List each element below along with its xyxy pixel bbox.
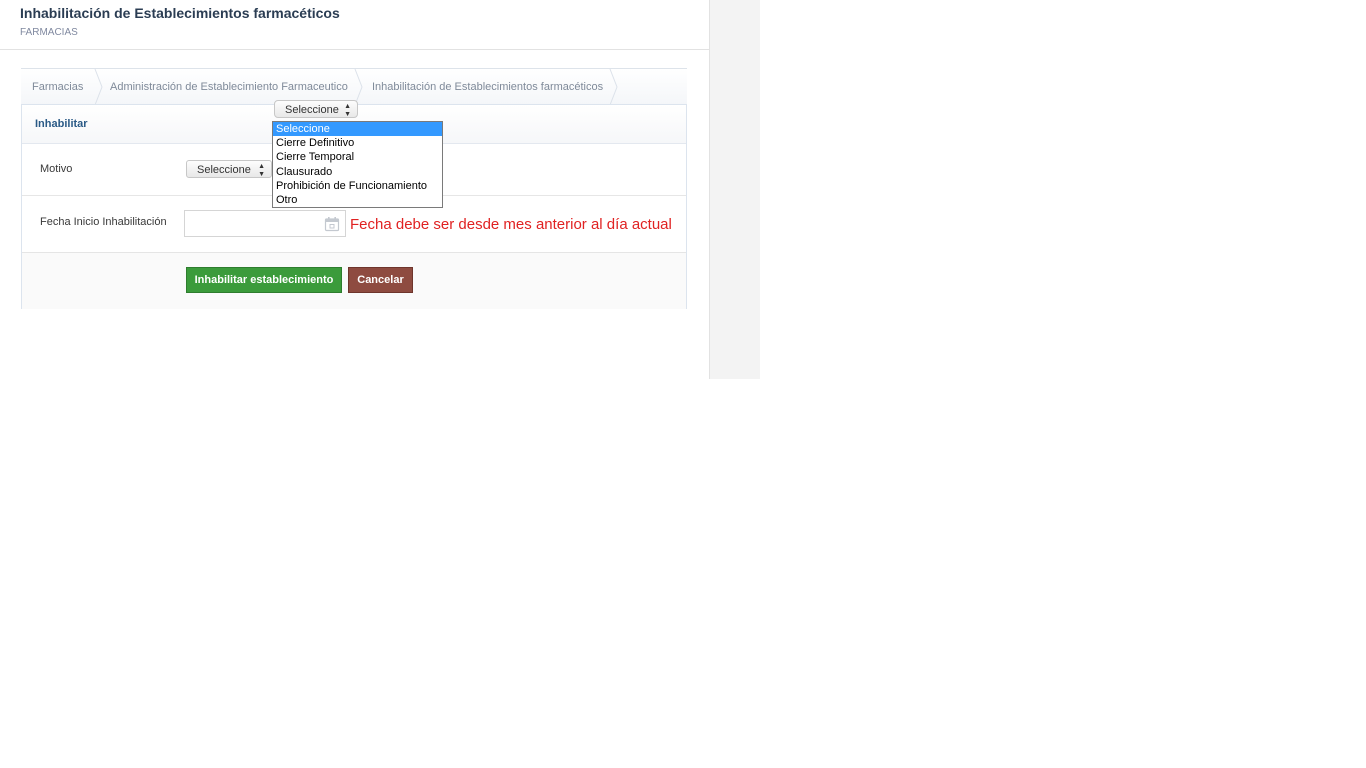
select-option-prohibicion[interactable]: Prohibición de Funcionamiento: [273, 179, 442, 193]
breadcrumb-separator-icon: [94, 69, 103, 105]
breadcrumb-item-inhabilitacion[interactable]: Inhabilitación de Establecimientos farma…: [372, 69, 603, 105]
fecha-inicio-input[interactable]: [184, 210, 346, 237]
inhabilitar-establecimiento-button[interactable]: Inhabilitar establecimiento: [186, 267, 342, 293]
select-option-cierre-definitivo[interactable]: Cierre Definitivo: [273, 136, 442, 150]
form-actions: Inhabilitar establecimiento Cancelar: [22, 252, 686, 309]
main-content: Inhabilitación de Establecimientos farma…: [0, 0, 709, 378]
select-option-clausurado[interactable]: Clausurado: [273, 165, 442, 179]
fecha-inicio-label: Fecha Inicio Inhabilitación: [40, 216, 167, 228]
card-title: Inhabilitar: [35, 118, 88, 130]
select-options-list: Seleccione Cierre Definitivo Cierre Temp…: [272, 121, 443, 208]
motivo-select-value: Seleccione: [197, 164, 251, 176]
fecha-error-message: Fecha debe ser desde mes anterior al día…: [350, 216, 672, 233]
select-option-seleccione[interactable]: Seleccione: [273, 122, 442, 137]
breadcrumb-separator-icon: [609, 69, 618, 105]
page-subtitle: FARMACIAS: [20, 27, 78, 38]
right-sidebar: [709, 0, 760, 379]
popup-select[interactable]: Seleccione ▲ ▼: [274, 100, 358, 118]
page-header: Inhabilitación de Establecimientos farma…: [0, 0, 709, 50]
select-option-otro[interactable]: Otro: [273, 193, 442, 207]
cancelar-button[interactable]: Cancelar: [348, 267, 413, 293]
motivo-label: Motivo: [40, 163, 73, 175]
sort-arrows-icon: ▲ ▼: [258, 163, 265, 178]
page-title: Inhabilitación de Establecimientos farma…: [20, 5, 340, 21]
calendar-icon[interactable]: [324, 216, 340, 232]
sort-arrows-icon: ▲ ▼: [344, 103, 351, 118]
motivo-select[interactable]: Seleccione ▲ ▼: [186, 160, 272, 178]
select-option-cierre-temporal[interactable]: Cierre Temporal: [273, 150, 442, 164]
popup-select-value: Seleccione: [285, 104, 339, 116]
breadcrumb-item-farmacias[interactable]: Farmacias: [32, 69, 83, 105]
